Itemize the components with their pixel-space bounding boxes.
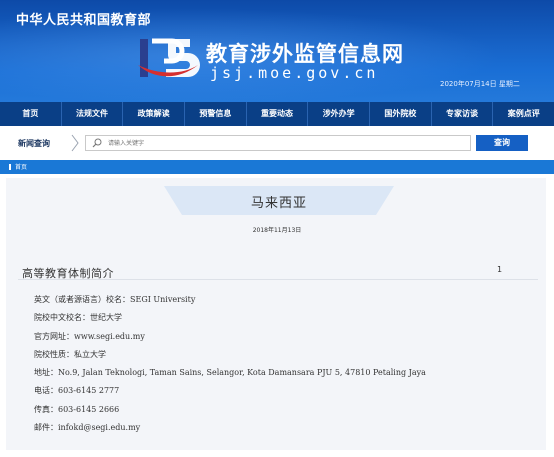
ministry-name: 中华人民共和国教育部 [16, 13, 152, 28]
search-icon [92, 138, 102, 148]
breadcrumb: 首页 [0, 160, 554, 174]
info-fax: 传真：603-6145 2666 [34, 404, 120, 414]
info-email: 邮件：infokd@segi.edu.my [34, 423, 141, 433]
site-domain: jsj.moe.gov.cn [210, 64, 379, 82]
publish-date: 2018年11月13日 [252, 227, 302, 234]
nav-item-cases[interactable]: 案例点评 [493, 102, 554, 126]
website-link[interactable]: www.segi.edu.my [74, 332, 145, 341]
info-chinese-name: 院校中文校名：世纪大学 [34, 313, 122, 323]
search-button[interactable]: 查询 [476, 135, 528, 151]
search-input[interactable] [108, 137, 458, 149]
main-navbar: 首页 法规文件 政策解读 预警信息 重要动态 涉外办学 国外院校 专家访谈 案例… [0, 102, 554, 126]
breadcrumb-home-link[interactable]: 首页 [15, 162, 27, 171]
country-name: 马来西亚 [250, 196, 307, 211]
search-field[interactable] [85, 135, 471, 151]
nav-item-foreign-schools[interactable]: 国外院校 [370, 102, 432, 126]
info-website: 官方网址：www.segi.edu.my [34, 331, 145, 341]
info-english-name: 英文（或者源语言）校名：SEGI University [34, 295, 196, 304]
school-info-list: 英文（或者源语言）校名：SEGI University 院校中文校名：世纪大学 … [34, 294, 534, 440]
header-banner: 中华人民共和国教育部 教育涉外监管信息网 jsj.moe.gov.cn 2020… [0, 0, 554, 102]
nav-item-regulations[interactable]: 法规文件 [62, 102, 124, 126]
breadcrumb-marker [9, 164, 11, 170]
nav-item-interviews[interactable]: 专家访谈 [432, 102, 494, 126]
current-date: 2020年07月14日 星期二 [440, 80, 520, 88]
chevron-right-icon [71, 134, 79, 152]
section-divider [18, 279, 538, 280]
news-search-bar: 新闻查询 查询 [10, 133, 544, 153]
search-label: 新闻查询 [18, 139, 50, 148]
page-number: 1 [497, 265, 503, 274]
site-logo-icon[interactable] [138, 35, 200, 83]
nav-item-foreign-education[interactable]: 涉外办学 [308, 102, 371, 126]
email-link[interactable]: infokd@segi.edu.my [58, 423, 140, 432]
nav-item-home[interactable]: 首页 [0, 102, 62, 126]
info-address: 地址：No.9, Jalan Teknologi, Taman Sains, S… [34, 368, 426, 378]
nav-item-policy[interactable]: 政策解读 [123, 102, 186, 126]
nav-item-news[interactable]: 重要动态 [247, 102, 309, 126]
nav-item-warnings[interactable]: 预警信息 [185, 102, 247, 126]
info-phone: 电话：603-6145 2777 [34, 386, 120, 396]
info-school-type: 院校性质：私立大学 [34, 349, 106, 359]
